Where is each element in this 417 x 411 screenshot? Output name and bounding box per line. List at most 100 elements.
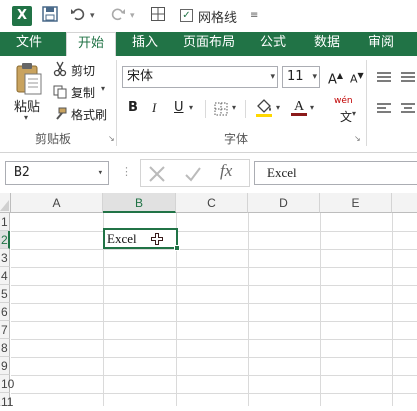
grid-line xyxy=(392,213,393,406)
tab-home[interactable]: 开始 xyxy=(66,32,116,56)
cross-cursor-icon xyxy=(150,232,164,250)
grid-line xyxy=(11,321,417,322)
customize-qat-icon[interactable]: ≡ xyxy=(250,6,258,26)
fill-handle[interactable] xyxy=(174,245,180,251)
undo-dropdown-icon[interactable]: ▾ xyxy=(90,6,95,26)
group-separator xyxy=(366,60,367,146)
row-header[interactable]: 4 xyxy=(0,267,10,285)
row-header[interactable]: 8 xyxy=(0,339,10,357)
toolbar-separator xyxy=(245,100,246,118)
italic-button[interactable]: I xyxy=(152,98,156,118)
paste-icon[interactable] xyxy=(14,62,44,100)
save-icon[interactable] xyxy=(42,6,58,26)
quick-access-toolbar: X ▾ ▾ ✓ 网格线 ≡ xyxy=(0,0,417,32)
phonetic-guide-icon[interactable]: 文 xyxy=(340,108,352,125)
row-header[interactable]: 11 xyxy=(0,393,13,409)
active-cell[interactable]: Excel xyxy=(103,228,180,251)
paste-dropdown-icon[interactable]: ▾ xyxy=(24,113,28,122)
clipboard-group-label: 剪贴板 xyxy=(35,132,72,146)
column-header-selected[interactable]: B xyxy=(103,193,176,213)
cut-button[interactable]: 剪切 xyxy=(71,62,95,79)
row-header[interactable]: 10 xyxy=(0,375,14,393)
tab-file[interactable]: 文件 xyxy=(0,32,58,56)
grid-line xyxy=(11,357,417,358)
ribbon-tabs: 文件 开始 插入 页面布局 公式 数据 审阅 xyxy=(0,32,417,56)
formula-bar-grip-icon[interactable]: ⋮ xyxy=(121,165,132,178)
undo-icon[interactable] xyxy=(70,6,86,26)
gridlines-checkbox[interactable]: ✓ xyxy=(180,9,193,22)
align-center-icon[interactable] xyxy=(400,101,416,120)
cancel-icon[interactable] xyxy=(148,165,166,187)
toolbar-separator xyxy=(205,100,206,118)
borders-icon[interactable] xyxy=(150,6,166,26)
copy-button[interactable]: 复制 xyxy=(71,84,95,101)
format-painter-button[interactable]: 格式刷 xyxy=(71,106,107,123)
increase-font-icon[interactable]: A▲ xyxy=(328,66,343,90)
grid-line xyxy=(11,285,417,286)
borders-dropdown-icon[interactable]: ▾ xyxy=(232,98,236,118)
row-header[interactable]: 3 xyxy=(0,249,10,267)
underline-button[interactable]: U xyxy=(174,98,184,118)
font-size-combo[interactable]: 11 ▾ xyxy=(282,66,320,88)
chevron-down-icon: ▾ xyxy=(312,72,317,82)
grid-line xyxy=(320,213,321,406)
select-all-button[interactable] xyxy=(0,193,11,213)
grid-line xyxy=(11,303,417,304)
decrease-font-icon[interactable]: A▼ xyxy=(350,66,364,90)
formula-input[interactable]: Excel xyxy=(254,161,417,185)
font-name-combo[interactable]: 宋体 ▾ xyxy=(122,66,278,88)
excel-app-icon[interactable]: X xyxy=(12,6,32,26)
row-header[interactable]: 9 xyxy=(0,357,10,375)
tab-review[interactable]: 审阅 xyxy=(358,32,404,56)
enter-icon[interactable] xyxy=(184,165,202,187)
clipboard-launcher-icon[interactable]: ↘ xyxy=(108,134,115,143)
copy-dropdown-icon[interactable]: ▾ xyxy=(101,84,105,93)
row-header[interactable]: 6 xyxy=(0,303,10,321)
insert-function-button[interactable]: fx xyxy=(220,161,232,181)
chevron-down-icon: ▾ xyxy=(270,72,275,82)
underline-dropdown-icon[interactable]: ▾ xyxy=(189,98,193,118)
fill-color-dropdown-icon[interactable]: ▾ xyxy=(276,98,280,118)
phonetic-dropdown-icon[interactable]: ▾ xyxy=(352,104,356,124)
grid-line xyxy=(11,339,417,340)
grid-line xyxy=(248,213,249,406)
chevron-down-icon: ▾ xyxy=(97,168,103,178)
row-header[interactable]: 7 xyxy=(0,321,10,339)
name-box-value: B2 xyxy=(14,165,30,180)
tab-insert[interactable]: 插入 xyxy=(122,32,168,56)
align-middle-icon[interactable] xyxy=(400,68,416,87)
worksheet-grid: A B C D E 1 2 3 4 5 6 7 8 9 10 11 xyxy=(0,193,417,409)
align-left-icon[interactable] xyxy=(376,101,392,120)
font-color-icon[interactable]: A xyxy=(290,96,308,122)
font-size-value: 11 xyxy=(287,69,304,84)
row-header[interactable]: 1 xyxy=(0,213,10,231)
font-launcher-icon[interactable]: ↘ xyxy=(354,134,361,143)
font-color-dropdown-icon[interactable]: ▾ xyxy=(310,98,314,118)
column-header[interactable]: D xyxy=(248,193,320,213)
grid-line xyxy=(11,393,417,394)
row-header-selected[interactable]: 2 xyxy=(0,231,10,249)
column-header[interactable]: C xyxy=(176,193,248,213)
borders-icon[interactable] xyxy=(214,101,228,120)
row-header[interactable]: 5 xyxy=(0,285,10,303)
tab-page-layout[interactable]: 页面布局 xyxy=(176,32,242,56)
grid-line xyxy=(11,267,417,268)
copy-icon xyxy=(53,84,67,103)
gridlines-label: 网格线 xyxy=(198,11,238,26)
tab-formulas[interactable]: 公式 xyxy=(250,32,296,56)
group-separator xyxy=(116,60,117,146)
redo-dropdown-icon[interactable]: ▾ xyxy=(130,6,135,26)
column-header[interactable] xyxy=(392,193,417,213)
fill-color-icon[interactable] xyxy=(255,98,273,122)
column-header[interactable]: A xyxy=(11,193,103,213)
bold-button[interactable]: B xyxy=(128,98,138,118)
scissors-icon xyxy=(53,61,67,81)
format-painter-icon xyxy=(53,106,67,125)
column-header[interactable]: E xyxy=(320,193,392,213)
ribbon-home: 粘贴 ▾ 剪切 复制 ▾ 格式刷 剪贴板 ↘ 宋体 ▾ 11 ▾ A▲ A▼ B… xyxy=(0,56,417,153)
name-box[interactable]: B2 ▾ xyxy=(5,161,109,185)
tab-data[interactable]: 数据 xyxy=(304,32,350,56)
font-name-value: 宋体 xyxy=(127,69,154,84)
align-top-icon[interactable] xyxy=(376,68,392,87)
redo-icon[interactable] xyxy=(110,6,126,26)
